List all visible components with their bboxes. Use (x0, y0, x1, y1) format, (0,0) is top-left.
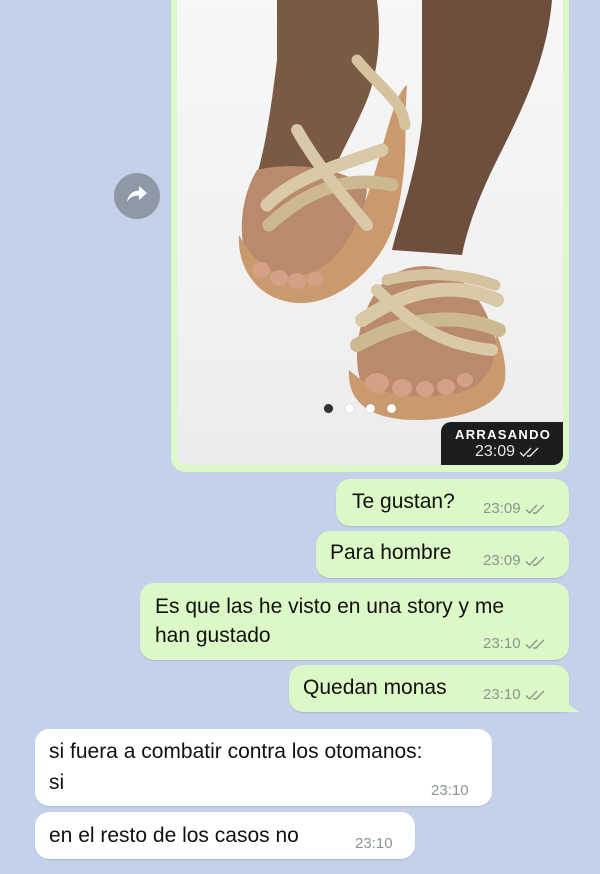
sandals-illustration (238, 0, 552, 420)
bubble-tail (562, 692, 580, 712)
store-name: ARRASANDO (455, 427, 552, 442)
carousel-dot[interactable] (387, 404, 396, 413)
outgoing-message[interactable]: Para hombre 23:09 (316, 531, 569, 578)
message-text: en el resto de los casos no (49, 824, 299, 847)
carousel-dot[interactable] (345, 404, 354, 413)
message-time: 23:09 (475, 443, 516, 460)
message-text: Quedan monas (303, 676, 447, 699)
double-check-icon (525, 689, 545, 701)
carousel-dot[interactable] (324, 404, 333, 413)
message-text: Te gustan? (352, 490, 455, 513)
outgoing-message[interactable]: Quedan monas 23:10 (289, 665, 569, 712)
forward-button[interactable] (114, 173, 160, 219)
carousel-indicator[interactable] (324, 404, 396, 413)
double-check-icon (519, 446, 539, 458)
message-text-line-1: Es que las he visto en una story y me (155, 595, 505, 618)
message-time: 23:10 (355, 835, 393, 852)
message-text: Para hombre (330, 541, 452, 564)
message-time: 23:10 (431, 782, 469, 799)
outgoing-message[interactable]: Es que las he visto en una story y me ha… (140, 583, 569, 660)
incoming-message[interactable]: si fuera a combatir contra los otomanos:… (35, 729, 492, 806)
double-check-icon (525, 638, 545, 650)
message-meta: 23:09 (483, 500, 545, 517)
message-text-line-2: si (49, 771, 65, 794)
message-meta: 23:10 (483, 635, 545, 652)
message-meta: 23:09 (483, 552, 545, 569)
message-time: 23:10 (483, 635, 521, 652)
double-check-icon (525, 503, 545, 515)
carousel-dot[interactable] (366, 404, 375, 413)
message-time: 23:09 (483, 500, 521, 517)
message-time: 23:09 (483, 552, 521, 569)
image-message[interactable]: ARRASANDO 23:09 (171, 0, 569, 472)
message-text-line-2: han gustado (155, 624, 271, 647)
message-meta: 23:09 (475, 443, 539, 461)
store-tag: ARRASANDO 23:09 (441, 422, 563, 465)
double-check-icon (525, 555, 545, 567)
message-meta: 23:10 (483, 686, 545, 703)
message-time: 23:10 (483, 686, 521, 703)
product-image[interactable]: ARRASANDO 23:09 (177, 0, 563, 465)
incoming-message[interactable]: en el resto de los casos no 23:10 (35, 812, 415, 859)
message-text-line-1: si fuera a combatir contra los otomanos: (49, 740, 423, 763)
forward-arrow-icon (125, 184, 149, 209)
outgoing-message[interactable]: Te gustan? 23:09 (336, 479, 569, 526)
